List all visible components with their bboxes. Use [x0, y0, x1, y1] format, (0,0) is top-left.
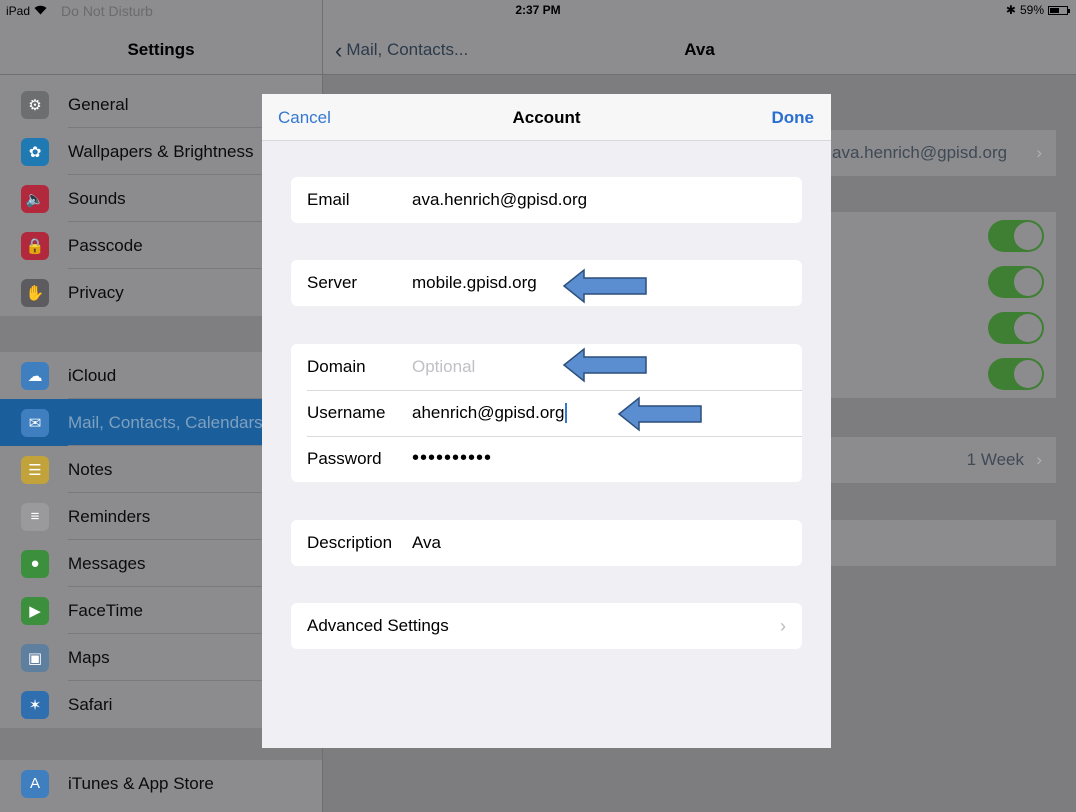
domain-label: Domain [307, 357, 366, 376]
reminders-toggle[interactable] [988, 358, 1044, 390]
chevron-right-icon: › [1036, 143, 1042, 162]
advanced-group: Advanced Settings › [291, 603, 802, 649]
description-field[interactable]: Ava [412, 533, 441, 553]
mail-days-cell[interactable]: 1 Week › [830, 437, 1056, 483]
password-row[interactable]: Password •••••••••• [291, 436, 802, 482]
cancel-button[interactable]: Cancel [278, 108, 331, 128]
server-row[interactable]: Server mobile.gpisd.org [291, 260, 802, 306]
description-row[interactable]: Description Ava [291, 520, 802, 566]
username-field[interactable]: ahenrich@gpisd.org [412, 402, 568, 424]
chevron-right-icon: › [1036, 450, 1042, 469]
contacts-toggle[interactable] [988, 266, 1044, 298]
domain-field[interactable]: Optional [412, 357, 475, 377]
email-label: Email [307, 190, 350, 209]
detail-cell[interactable] [830, 520, 1056, 566]
credentials-group: Domain Optional Username ahenrich@gpisd.… [291, 344, 802, 482]
arrow-pointing-domain [562, 347, 647, 383]
toggle-knob [1014, 268, 1042, 296]
status-time: 2:37 PM [515, 3, 561, 17]
sidebar-item-label: Mail, Contacts, Calendars [68, 412, 263, 432]
do-not-disturb-label: Do Not Disturb [61, 3, 153, 19]
facetime-icon: ▶ [21, 596, 49, 625]
sidebar-item-label: Sounds [68, 188, 126, 208]
username-row[interactable]: Username ahenrich@gpisd.org [291, 390, 802, 436]
description-group: Description Ava [291, 520, 802, 566]
modal-header: Cancel Account Done [262, 94, 831, 141]
battery-percent: 59% [1019, 3, 1044, 17]
sidebar-item-label: Safari [68, 694, 113, 714]
server-group: Server mobile.gpisd.org [291, 260, 802, 306]
mail-icon: ✉ [21, 408, 49, 437]
sidebar-item-label: Wallpapers & Brightness [68, 141, 254, 161]
notes-icon: ☰ [21, 455, 49, 484]
battery-fill [1050, 7, 1060, 13]
domain-row[interactable]: Domain Optional [291, 344, 802, 390]
email-field[interactable]: ava.henrich@gpisd.org [412, 190, 587, 210]
reminders-icon: ≡ [21, 502, 49, 531]
sidebar-item-label: Notes [68, 459, 113, 479]
sync-toggles-group [830, 212, 1056, 398]
wifi-icon [34, 4, 47, 18]
gear-icon: ⚙ [21, 90, 49, 119]
password-label: Password [307, 449, 382, 468]
hand-icon: ✋ [21, 278, 49, 307]
toggle-knob [1014, 360, 1042, 388]
mail-days-value: 1 Week [966, 450, 1024, 469]
device-name: iPad [6, 4, 31, 18]
toggle-knob [1014, 314, 1042, 342]
username-label: Username [307, 403, 386, 422]
account-modal: Cancel Account Done Email ava.henrich@gp… [262, 94, 831, 748]
email-row[interactable]: Email ava.henrich@gpisd.org [291, 177, 802, 223]
account-email-value: ava.henrich@gpisd.org [832, 143, 1008, 162]
maps-icon: ▣ [21, 643, 49, 672]
battery-icon [1048, 5, 1070, 15]
messages-icon: ● [21, 549, 49, 578]
email-group: Email ava.henrich@gpisd.org [291, 177, 802, 223]
sidebar-item-itunes-app-store[interactable]: AiTunes & App Store [0, 760, 322, 807]
sidebar-item-label: Reminders [68, 506, 151, 526]
sidebar-item-label: Privacy [68, 282, 124, 302]
username-value: ahenrich@gpisd.org [412, 402, 565, 422]
calendars-toggle[interactable] [988, 312, 1044, 344]
sidebar-item-label: iCloud [68, 365, 117, 385]
sidebar-title: Settings [127, 40, 195, 59]
chevron-right-icon: › [780, 615, 786, 636]
detail-title: Ava [684, 40, 715, 59]
lock-icon: 🔒 [21, 231, 49, 260]
cloud-icon: ☁ [21, 361, 49, 390]
sidebar-item-label: iTunes & App Store [68, 773, 214, 793]
status-bar: iPad Do Not Disturb 2:37 PM ✱ 59% [0, 0, 1076, 20]
flower-icon: ✿ [21, 137, 49, 166]
sidebar-group-store: AiTunes & App Store [0, 760, 322, 807]
advanced-settings-label: Advanced Settings [307, 616, 449, 635]
arrow-pointing-server [562, 268, 647, 304]
speaker-icon: 🔈 [21, 184, 49, 213]
arrow-pointing-username [617, 396, 702, 432]
safari-icon: ✶ [21, 690, 49, 719]
toggle-knob [1014, 222, 1042, 250]
sidebar-item-label: Messages [68, 553, 146, 573]
password-field[interactable]: •••••••••• [412, 447, 492, 470]
done-button[interactable]: Done [772, 108, 815, 128]
mail-toggle[interactable] [988, 220, 1044, 252]
sidebar-item-label: FaceTime [68, 600, 143, 620]
app-store-icon: A [21, 769, 49, 798]
advanced-settings-row[interactable]: Advanced Settings › [291, 603, 802, 649]
description-label: Description [307, 533, 393, 552]
account-email-cell[interactable]: ava.henrich@gpisd.org › [830, 130, 1056, 176]
modal-title: Account [512, 108, 581, 127]
sidebar-item-label: Passcode [68, 235, 143, 255]
server-field[interactable]: mobile.gpisd.org [412, 273, 537, 293]
sidebar-item-label: Maps [68, 647, 110, 667]
bluetooth-icon: ✱ [1005, 3, 1016, 17]
server-label: Server [307, 273, 358, 292]
text-cursor [565, 403, 568, 424]
sidebar-item-label: General [68, 94, 129, 114]
